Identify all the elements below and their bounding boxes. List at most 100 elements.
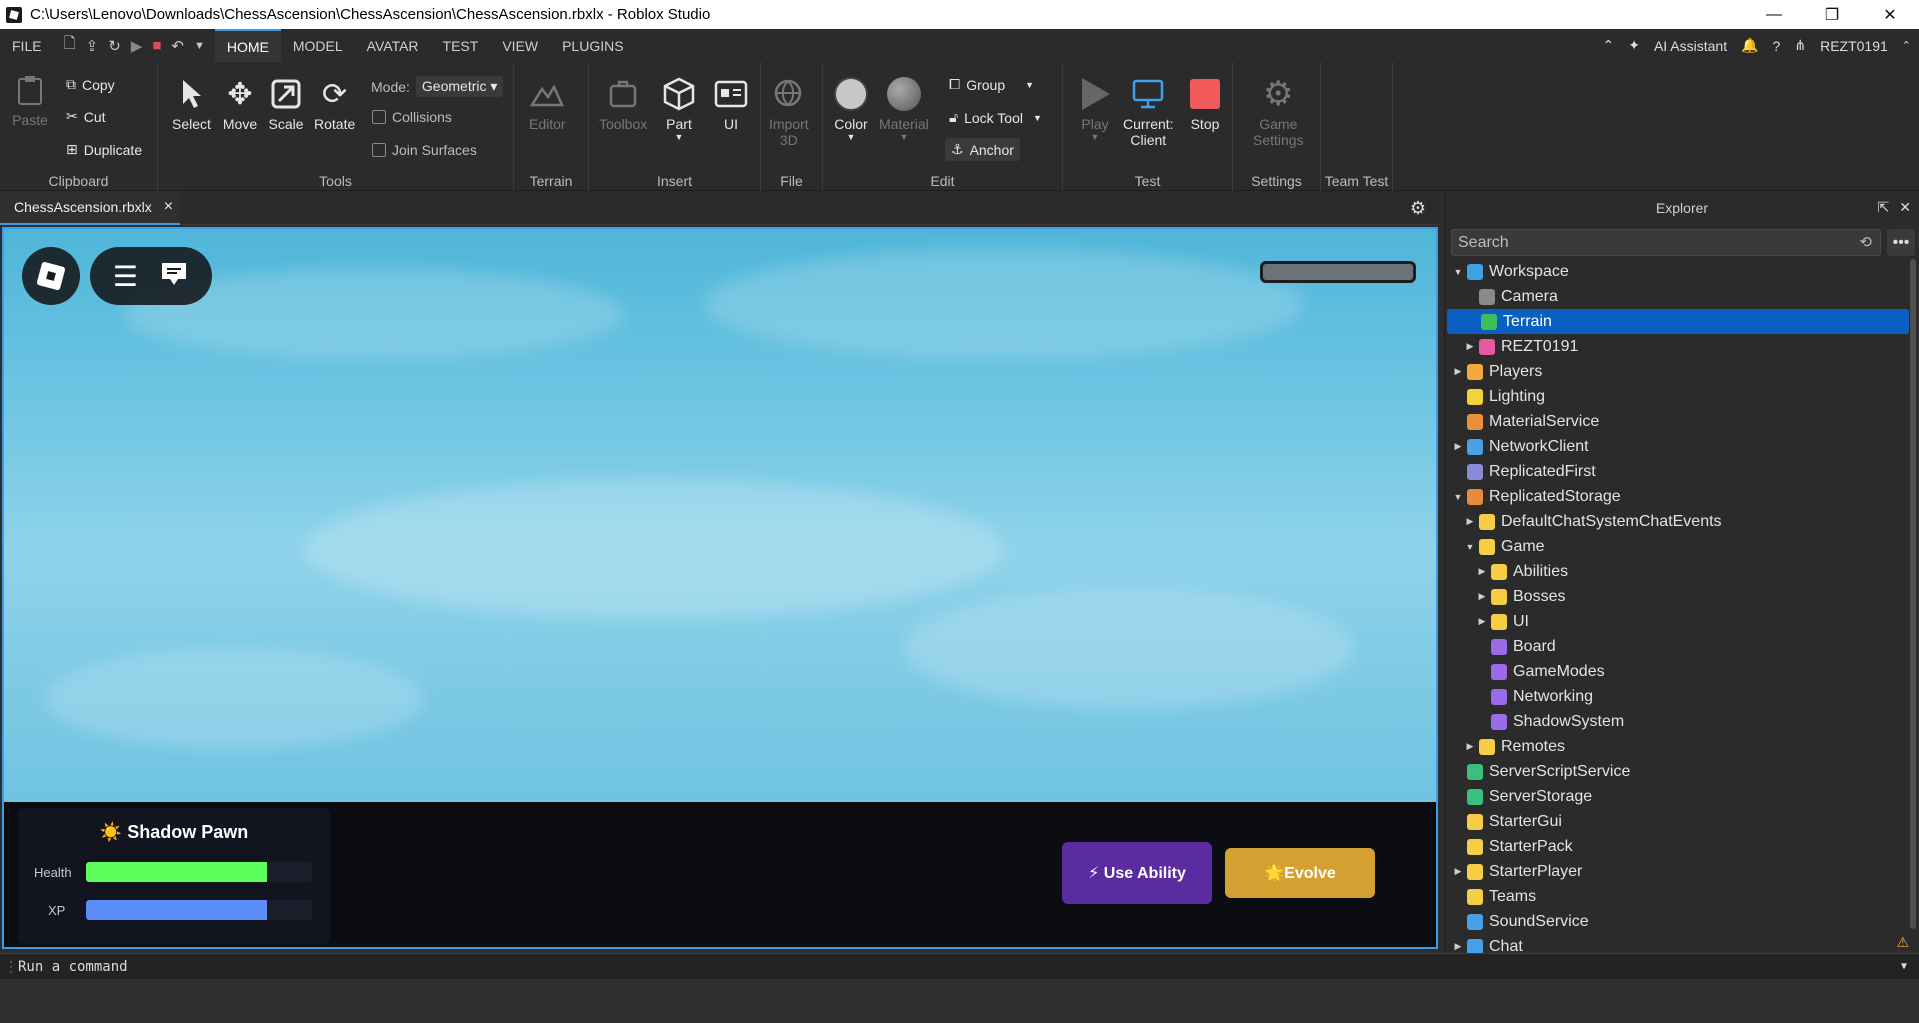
cut-button[interactable]: ✂ Cut (66, 108, 106, 125)
tree-item[interactable]: StarterPack (1445, 834, 1909, 859)
tree-item[interactable]: Camera (1445, 284, 1909, 309)
undock-icon[interactable]: ⇱ (1878, 199, 1890, 216)
duplicate-button[interactable]: ⊞ Duplicate (66, 141, 142, 158)
play-quick-icon[interactable]: ▶ (131, 37, 143, 55)
group-dropdown-icon[interactable]: ▼ (1025, 80, 1034, 90)
command-bar-dropdown-icon[interactable]: ▼ (1901, 961, 1907, 972)
collisions-toggle[interactable]: Collisions (372, 109, 452, 125)
tree-item[interactable]: ServerStorage (1445, 784, 1909, 809)
hamburger-menu-icon[interactable]: ☰ (113, 260, 138, 293)
viewport-settings-icon[interactable]: ⚙ (1410, 198, 1426, 219)
tree-item[interactable]: ▶ Players (1445, 359, 1909, 384)
tree-item[interactable]: ▼ ReplicatedStorage (1445, 484, 1909, 509)
close-tab-icon[interactable]: × (164, 198, 173, 216)
play-button[interactable]: Play ▼ (1077, 76, 1113, 142)
part-dropdown-icon[interactable]: ▼ (675, 132, 684, 142)
new-file-icon[interactable]: 🗋 (64, 33, 76, 58)
material-button[interactable]: Material ▼ (879, 76, 929, 142)
expand-arrow-icon[interactable]: ▶ (1475, 591, 1489, 602)
expand-arrow-icon[interactable]: ▼ (1451, 267, 1465, 277)
tree-item[interactable]: GameModes (1445, 659, 1909, 684)
import-3d-button[interactable]: Import 3D (769, 76, 809, 148)
rotate-tool[interactable]: ⟳ Rotate (314, 76, 355, 133)
account-dropdown-icon[interactable]: ⌃ (1902, 39, 1911, 52)
tab-model[interactable]: MODEL (281, 29, 355, 62)
expand-arrow-icon[interactable]: ▶ (1475, 616, 1489, 627)
tree-item[interactable]: ▶ DefaultChatSystemChatEvents (1445, 509, 1909, 534)
username[interactable]: REZT0191 (1820, 38, 1888, 54)
color-button[interactable]: Color ▼ (833, 76, 869, 142)
ai-assistant-icon[interactable]: ✦ (1628, 37, 1640, 54)
color-dropdown-icon[interactable]: ▼ (847, 132, 856, 142)
tree-item[interactable]: ▶ UI (1445, 609, 1909, 634)
game-settings-button[interactable]: ⚙ Game Settings (1253, 75, 1304, 148)
tab-view[interactable]: VIEW (490, 29, 550, 62)
tree-item[interactable]: ▶ Remotes (1445, 734, 1909, 759)
notifications-icon[interactable]: 🔔 (1741, 37, 1758, 54)
undo-icon[interactable]: ↶ (171, 37, 184, 55)
anchor-button[interactable]: ⚓︎ Anchor (945, 138, 1020, 161)
restore-button[interactable]: ❐ (1803, 0, 1861, 29)
tree-item[interactable]: ▼ Workspace (1445, 259, 1909, 284)
group-button[interactable]: ⧠ Group ▼ (949, 76, 1034, 93)
use-ability-button[interactable]: ⚡ Use Ability (1062, 842, 1212, 904)
join-surfaces-checkbox[interactable] (372, 143, 386, 157)
expand-arrow-icon[interactable]: ▶ (1451, 441, 1465, 452)
tree-item[interactable]: MaterialService (1445, 409, 1909, 434)
toolbox-button[interactable]: Toolbox (599, 76, 647, 132)
copy-button[interactable]: ⧉ Copy (66, 76, 115, 93)
tab-test[interactable]: TEST (431, 29, 491, 62)
close-explorer-icon[interactable]: ✕ (1899, 199, 1911, 216)
stop-quick-icon[interactable]: ■ (152, 37, 161, 54)
tree-item[interactable]: ▶ StarterPlayer (1445, 859, 1909, 884)
expand-arrow-icon[interactable]: ▶ (1451, 366, 1465, 377)
play-dropdown-icon[interactable]: ▼ (1091, 132, 1100, 142)
tree-item[interactable]: ▶ NetworkClient (1445, 434, 1909, 459)
redo-icon[interactable]: ↻ (108, 37, 121, 55)
lock-tool-button[interactable]: 🔓︎ Lock Tool ▼ (949, 109, 1042, 126)
expand-arrow-icon[interactable]: ▶ (1463, 516, 1477, 527)
tree-item[interactable]: SoundService (1445, 909, 1909, 934)
tree-item[interactable]: ▶ REZT0191 (1445, 334, 1909, 359)
ai-assistant-button[interactable]: AI Assistant (1654, 38, 1727, 54)
stop-button[interactable]: Stop (1187, 76, 1223, 132)
expand-arrow-icon[interactable]: ▼ (1451, 492, 1465, 502)
close-window-button[interactable]: ✕ (1861, 0, 1919, 29)
expand-arrow-icon[interactable]: ▶ (1475, 566, 1489, 577)
publish-icon[interactable]: ⇪ (86, 37, 99, 55)
explorer-scrollbar[interactable] (1910, 259, 1916, 929)
tab-avatar[interactable]: AVATAR (355, 29, 431, 62)
explorer-search-input[interactable]: Search ⟲ (1451, 229, 1881, 256)
tree-item[interactable]: ▼ Game (1445, 534, 1909, 559)
collisions-checkbox[interactable] (372, 110, 386, 124)
roblox-menu-button[interactable] (22, 247, 80, 305)
expand-arrow-icon[interactable]: ▶ (1463, 341, 1477, 352)
tab-plugins[interactable]: PLUGINS (550, 29, 635, 62)
expand-arrow-icon[interactable]: ▶ (1451, 866, 1465, 877)
tree-item[interactable]: Teams (1445, 884, 1909, 909)
current-client-button[interactable]: Current: Client (1123, 76, 1174, 148)
chat-icon[interactable] (159, 260, 189, 293)
minimize-button[interactable]: — (1745, 0, 1803, 29)
tree-item[interactable]: ShadowSystem (1445, 709, 1909, 734)
tree-item[interactable]: Board (1445, 634, 1909, 659)
move-tool[interactable]: ✥ Move (222, 76, 258, 133)
tab-home[interactable]: HOME (214, 29, 281, 62)
command-bar[interactable]: ⋮ Run a command ▼ (0, 953, 1919, 979)
tree-item[interactable]: ReplicatedFirst (1445, 459, 1909, 484)
tree-item[interactable]: Terrain (1447, 309, 1909, 334)
tree-item[interactable]: Lighting (1445, 384, 1909, 409)
share-icon[interactable]: ⋔ (1794, 37, 1806, 54)
mode-dropdown[interactable]: Geometric ▾ (415, 76, 504, 97)
ui-button[interactable]: UI (713, 76, 749, 132)
more-options-icon[interactable]: ••• (1887, 229, 1915, 256)
evolve-button[interactable]: 🌟Evolve (1225, 848, 1375, 898)
quick-access-dropdown-icon[interactable]: ▼ (194, 40, 205, 52)
expand-arrow-icon[interactable]: ▶ (1451, 941, 1465, 952)
help-icon[interactable]: ? (1773, 38, 1781, 54)
tree-item[interactable]: Networking (1445, 684, 1909, 709)
select-tool[interactable]: Select (172, 76, 211, 132)
tree-item[interactable]: ▶ Abilities (1445, 559, 1909, 584)
terrain-editor-button[interactable]: Editor (529, 76, 566, 132)
material-dropdown-icon[interactable]: ▼ (899, 132, 908, 142)
